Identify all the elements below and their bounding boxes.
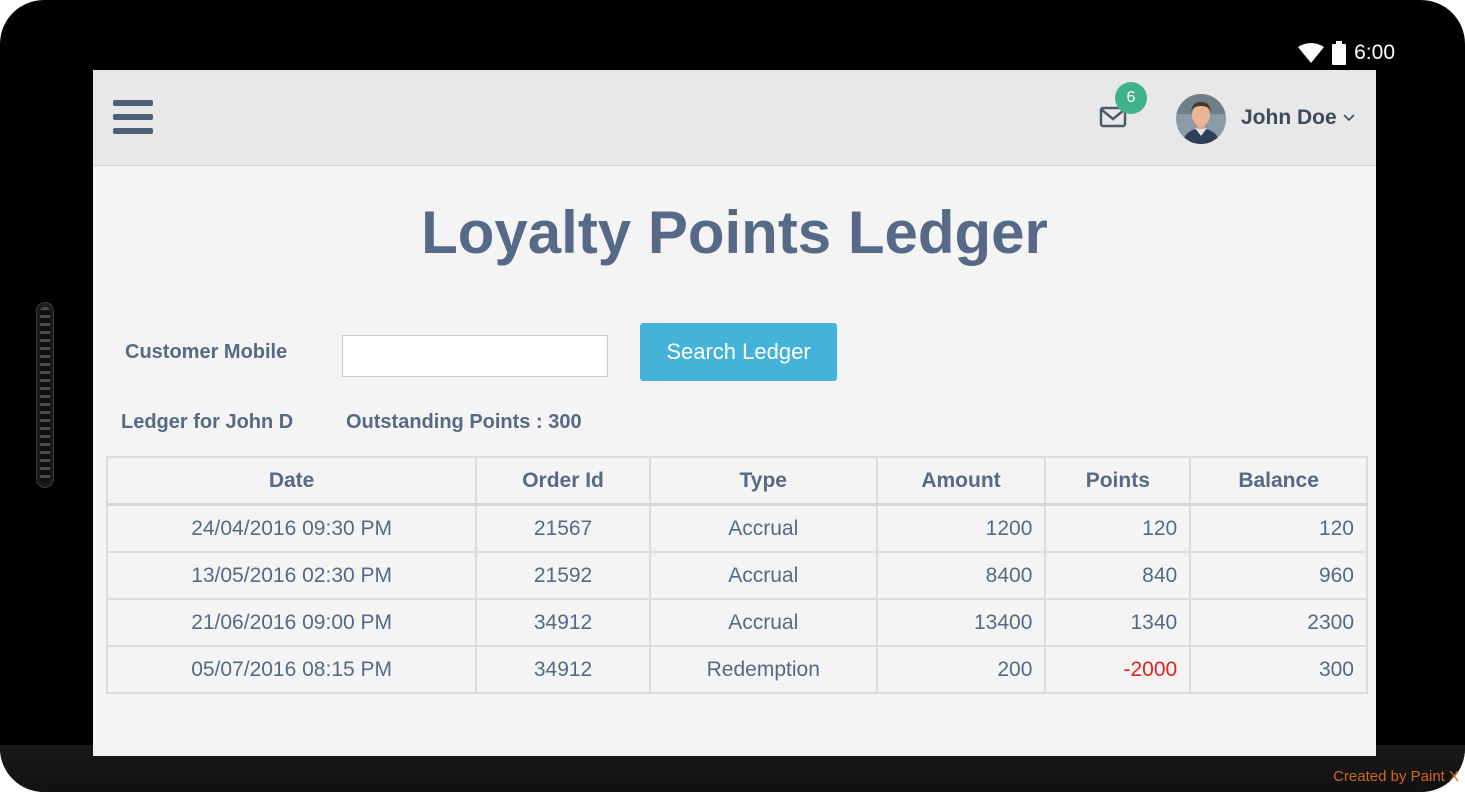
status-bar: 6:00	[1298, 40, 1395, 66]
cell-type: Accrual	[648, 503, 878, 553]
cell-date: 13/05/2016 02:30 PM	[105, 551, 478, 600]
table-row: 24/04/2016 09:30 PM 21567 Accrual 1200 1…	[105, 503, 1368, 553]
col-header-type: Type	[648, 456, 878, 506]
cell-amount: 13400	[875, 598, 1047, 647]
avatar[interactable]	[1176, 94, 1226, 144]
status-time: 6:00	[1354, 41, 1395, 64]
menu-icon[interactable]	[113, 100, 153, 134]
cell-points: 840	[1044, 551, 1192, 600]
table-row: 05/07/2016 08:15 PM 34912 Redemption 200…	[105, 645, 1368, 694]
credit-watermark: Created by Paint X	[1333, 768, 1459, 785]
top-navbar: 6 John Doe	[93, 70, 1376, 166]
cell-type: Redemption	[648, 645, 878, 694]
page-title: Loyalty Points Ledger	[421, 199, 1048, 266]
cell-points: 1340	[1044, 598, 1192, 647]
cell-date: 05/07/2016 08:15 PM	[105, 645, 478, 694]
table-header-row: Date Order Id Type Amount Points Balance	[105, 456, 1368, 506]
cell-balance: 2300	[1189, 598, 1368, 647]
wifi-icon	[1298, 43, 1325, 63]
cell-amount: 8400	[875, 551, 1047, 600]
cell-amount: 1200	[875, 503, 1047, 553]
cell-points: -2000	[1044, 645, 1192, 694]
table-row: 13/05/2016 02:30 PM 21592 Accrual 8400 8…	[105, 551, 1368, 600]
cell-order-id: 34912	[475, 598, 651, 647]
chevron-down-icon	[1343, 114, 1355, 122]
ledger-for-label: Ledger for John D	[121, 411, 294, 433]
cell-order-id: 21592	[475, 551, 651, 600]
user-menu[interactable]: John Doe	[1241, 106, 1355, 130]
col-header-balance: Balance	[1189, 456, 1368, 506]
cell-order-id: 21567	[475, 503, 651, 553]
customer-mobile-label: Customer Mobile	[125, 341, 288, 363]
side-grip	[36, 302, 54, 488]
cell-amount: 200	[875, 645, 1047, 694]
customer-mobile-input[interactable]	[342, 335, 608, 377]
cell-type: Accrual	[648, 598, 878, 647]
notification-badge: 6	[1115, 82, 1147, 114]
cell-date: 24/04/2016 09:30 PM	[105, 503, 478, 553]
outstanding-points-label: Outstanding Points : 300	[346, 411, 582, 433]
table-row: 21/06/2016 09:00 PM 34912 Accrual 13400 …	[105, 598, 1368, 647]
col-header-points: Points	[1044, 456, 1192, 506]
app-screen: 6 John Doe Loyalty Points Ledger Custome…	[93, 70, 1376, 756]
ledger-table: Date Order Id Type Amount Points Balance…	[105, 456, 1368, 694]
user-name: John Doe	[1241, 106, 1337, 129]
cell-date: 21/06/2016 09:00 PM	[105, 598, 478, 647]
battery-icon	[1332, 41, 1347, 65]
cell-balance: 300	[1189, 645, 1368, 694]
col-header-amount: Amount	[875, 456, 1047, 506]
search-ledger-button[interactable]: Search Ledger	[640, 323, 837, 381]
col-header-date: Date	[105, 456, 478, 506]
col-header-order-id: Order Id	[475, 456, 651, 506]
cell-balance: 960	[1189, 551, 1368, 600]
cell-type: Accrual	[648, 551, 878, 600]
cell-balance: 120	[1189, 503, 1368, 553]
cell-points: 120	[1044, 503, 1192, 553]
cell-order-id: 34912	[475, 645, 651, 694]
